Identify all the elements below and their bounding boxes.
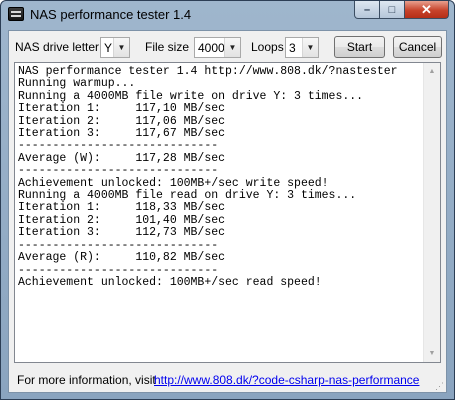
caption-buttons: – □ ✕ <box>354 1 449 20</box>
maximize-button[interactable]: □ <box>380 1 405 19</box>
title-bar[interactable]: NAS performance tester 1.4 – □ ✕ <box>1 1 454 29</box>
client-area: NAS drive letter Y ▼ File size 4000 ▼ Lo… <box>8 30 447 393</box>
file-size-label: File size <box>145 40 190 54</box>
drive-letter-select[interactable]: Y ▼ <box>100 37 130 58</box>
app-icon <box>8 7 24 21</box>
log-line: Iteration 1: 118,33 MB/sec <box>18 201 226 215</box>
resize-grip-icon[interactable]: ⋰ <box>435 381 445 391</box>
chevron-down-icon[interactable]: ▼ <box>302 38 318 57</box>
scroll-up-arrow-icon[interactable]: ▲ <box>424 63 440 80</box>
vertical-scrollbar[interactable]: ▲ ▼ <box>423 63 440 362</box>
minimize-button[interactable]: – <box>354 1 380 19</box>
log-lines: NAS performance tester 1.4 http://www.80… <box>18 65 424 289</box>
log-line: Running warmup... <box>18 77 136 91</box>
log-output[interactable]: NAS performance tester 1.4 http://www.80… <box>14 62 441 363</box>
footer-info-text: For more information, visit <box>17 373 156 387</box>
loops-select[interactable]: 3 ▼ <box>285 37 319 58</box>
chevron-down-icon[interactable]: ▼ <box>113 38 129 57</box>
file-size-value: 4000 <box>198 41 225 55</box>
log-line: Iteration 3: 112,73 MB/sec <box>18 226 226 240</box>
window-title: NAS performance tester 1.4 <box>30 7 192 22</box>
loops-value: 3 <box>289 41 296 55</box>
start-button[interactable]: Start <box>334 36 385 58</box>
drive-letter-value: Y <box>104 41 113 55</box>
app-window: NAS performance tester 1.4 – □ ✕ NAS dri… <box>0 0 455 400</box>
log-line: Average (R): 110,82 MB/sec <box>18 251 226 265</box>
drive-letter-label: NAS drive letter <box>15 40 100 54</box>
cancel-button[interactable]: Cancel <box>393 36 442 58</box>
scroll-down-arrow-icon[interactable]: ▼ <box>424 345 440 362</box>
close-button[interactable]: ✕ <box>405 1 449 19</box>
log-line: ----------------------------- <box>18 164 219 178</box>
file-size-select[interactable]: 4000 ▼ <box>194 37 241 58</box>
loops-label: Loops <box>251 40 284 54</box>
log-line: ----------------------------- <box>18 139 219 153</box>
chevron-down-icon[interactable]: ▼ <box>224 38 240 57</box>
log-line: Achievement unlocked: 100MB+/sec read sp… <box>18 275 322 289</box>
footer-link[interactable]: http://www.808.dk/?code-csharp-nas-perfo… <box>154 373 419 387</box>
log-line: Iteration 1: 117,10 MB/sec <box>18 102 226 116</box>
